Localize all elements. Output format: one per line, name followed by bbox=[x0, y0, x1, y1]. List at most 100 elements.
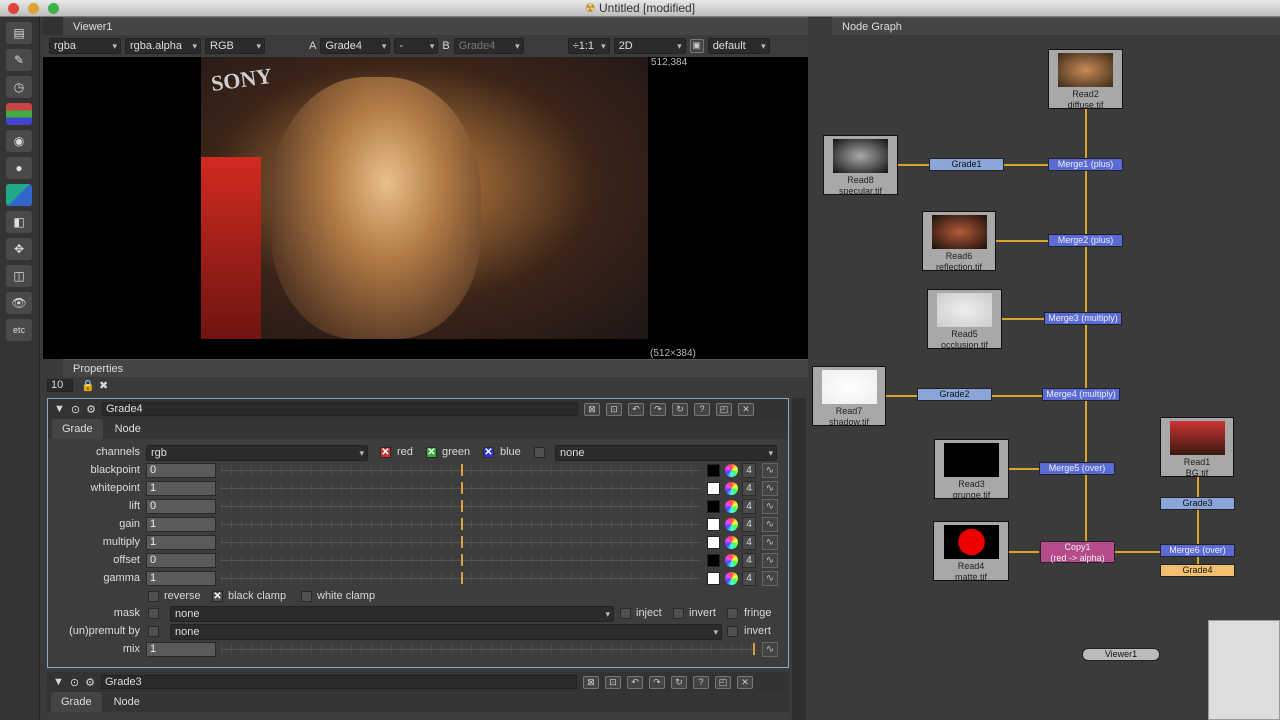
minimize-window-button[interactable] bbox=[28, 3, 39, 14]
redo-icon[interactable]: ↷ bbox=[648, 675, 665, 689]
param-value-field[interactable]: 0 bbox=[146, 553, 216, 568]
grade4-node[interactable]: Grade4 bbox=[1160, 564, 1235, 577]
merge4-node[interactable]: Merge4 (multiply) bbox=[1042, 388, 1120, 401]
color-swatch[interactable] bbox=[707, 482, 720, 495]
white-clamp-checkbox[interactable] bbox=[301, 591, 312, 602]
extra-channel-select[interactable]: none bbox=[555, 445, 777, 461]
red-checkbox[interactable]: ✕ bbox=[380, 447, 391, 458]
curve-icon[interactable]: ∿ bbox=[762, 517, 778, 532]
param-slider[interactable] bbox=[221, 554, 701, 566]
extra-channel-checkbox[interactable] bbox=[534, 447, 545, 458]
read5-node[interactable]: Read5 occlusion.tif bbox=[927, 289, 1002, 350]
collapse-icon[interactable]: ▼ bbox=[53, 676, 64, 688]
redo-icon[interactable]: ↷ bbox=[649, 402, 666, 416]
max-panels-field[interactable]: 10 bbox=[47, 379, 73, 392]
grade3-node[interactable]: Grade3 bbox=[1160, 497, 1235, 510]
node-name-field[interactable]: Grade3 bbox=[100, 675, 577, 689]
lut-dropdown[interactable]: default bbox=[707, 38, 770, 54]
time-icon[interactable]: ◷ bbox=[6, 76, 32, 98]
read2-node[interactable]: Read2 diffuse.tif bbox=[1048, 49, 1123, 110]
color-wheel-icon[interactable] bbox=[725, 536, 738, 549]
channels-select[interactable]: rgb bbox=[146, 445, 368, 461]
close-icon[interactable]: ✕ bbox=[737, 402, 754, 416]
viewer-tab[interactable]: Viewer1 bbox=[63, 17, 808, 35]
fringe-checkbox[interactable] bbox=[727, 608, 738, 619]
viewer1-node[interactable]: Viewer1 bbox=[1082, 648, 1160, 661]
node-options-icon[interactable]: ⚙ bbox=[86, 403, 96, 416]
tab-grade[interactable]: Grade bbox=[51, 692, 102, 712]
grade1-node[interactable]: Grade1 bbox=[929, 158, 1004, 171]
param-slider[interactable] bbox=[221, 572, 701, 584]
zoom-window-button[interactable] bbox=[48, 3, 59, 14]
mask-checkbox[interactable] bbox=[148, 608, 159, 619]
curve-icon[interactable]: ∿ bbox=[762, 553, 778, 568]
curve-icon[interactable]: ∿ bbox=[762, 499, 778, 514]
color-wheel-icon[interactable] bbox=[725, 518, 738, 531]
channel-split-button[interactable]: 4 bbox=[742, 499, 756, 514]
curve-icon[interactable]: ∿ bbox=[762, 571, 778, 586]
grade2-node[interactable]: Grade2 bbox=[917, 388, 992, 401]
channel-split-button[interactable]: 4 bbox=[742, 553, 756, 568]
premult-select[interactable]: none bbox=[170, 624, 722, 640]
channel-split-button[interactable]: 4 bbox=[742, 481, 756, 496]
undo-icon[interactable]: ↶ bbox=[626, 675, 643, 689]
close-icon[interactable]: ✕ bbox=[736, 675, 753, 689]
invert-premult-checkbox[interactable] bbox=[727, 626, 738, 637]
node-graph-panel[interactable]: Node Graph Read2 diffuse.tif Read8 specu… bbox=[812, 17, 1280, 720]
float-panel-icon[interactable]: ◰ bbox=[714, 675, 731, 689]
color-wheel-icon[interactable] bbox=[725, 572, 738, 585]
display-dropdown[interactable]: RGB bbox=[205, 38, 265, 54]
merge3-node[interactable]: Merge3 (multiply) bbox=[1044, 312, 1122, 325]
param-value-field[interactable]: 1 bbox=[146, 517, 216, 532]
black-clamp-checkbox[interactable]: ✕ bbox=[212, 591, 223, 602]
help-icon[interactable]: ? bbox=[692, 675, 709, 689]
green-checkbox[interactable]: ✕ bbox=[426, 447, 437, 458]
param-slider[interactable] bbox=[221, 500, 701, 512]
mix-field[interactable]: 1 bbox=[146, 642, 216, 657]
param-value-field[interactable]: 0 bbox=[146, 499, 216, 514]
read3-node[interactable]: Read3 grunge.tif bbox=[934, 439, 1009, 500]
3d-icon[interactable]: ◫ bbox=[6, 265, 32, 287]
color-swatch[interactable] bbox=[707, 572, 720, 585]
param-slider[interactable] bbox=[221, 518, 701, 530]
read4-node[interactable]: Read4 matte.tif bbox=[933, 521, 1009, 582]
curve-icon[interactable]: ∿ bbox=[762, 463, 778, 478]
collapse-icon[interactable]: ▼ bbox=[54, 403, 65, 415]
views-icon[interactable]: 👁 bbox=[6, 292, 32, 314]
b-input-dropdown[interactable]: Grade4 bbox=[453, 38, 524, 54]
layout-icon[interactable]: ▤ bbox=[6, 22, 32, 44]
inject-checkbox[interactable] bbox=[620, 608, 631, 619]
copy1-node[interactable]: Copy1 (red -> alpha) bbox=[1040, 541, 1115, 563]
transform-icon[interactable]: ✥ bbox=[6, 238, 32, 260]
zoom-dropdown[interactable]: ÷1:1 bbox=[567, 38, 610, 54]
undo-icon[interactable]: ↶ bbox=[627, 402, 644, 416]
curve-icon[interactable]: ∿ bbox=[762, 535, 778, 550]
compare-op-dropdown[interactable]: - bbox=[394, 38, 439, 54]
color-swatch[interactable] bbox=[707, 554, 720, 567]
param-value-field[interactable]: 1 bbox=[146, 535, 216, 550]
merge6-node[interactable]: Merge6 (over) bbox=[1160, 544, 1235, 557]
color-swatch[interactable] bbox=[707, 500, 720, 513]
channel-split-button[interactable]: 4 bbox=[742, 517, 756, 532]
reset-icon[interactable]: ↻ bbox=[670, 675, 687, 689]
channel-icon[interactable] bbox=[6, 103, 32, 125]
color-swatch[interactable] bbox=[707, 518, 720, 531]
read6-node[interactable]: Read6 reflection.tif bbox=[922, 211, 996, 272]
filter-icon[interactable]: ● bbox=[6, 157, 32, 179]
mask-select[interactable]: none bbox=[170, 606, 614, 622]
paint-icon[interactable]: ✎ bbox=[6, 49, 32, 71]
node-options-icon[interactable]: ⚙ bbox=[85, 676, 95, 689]
param-value-field[interactable]: 1 bbox=[146, 481, 216, 496]
node-graph-tab[interactable]: Node Graph bbox=[832, 17, 1280, 35]
float-icon[interactable]: ⊡ bbox=[605, 402, 622, 416]
channel-split-button[interactable]: 4 bbox=[742, 571, 756, 586]
lock-icon[interactable]: 🔒 bbox=[81, 379, 95, 392]
channel-split-button[interactable]: 4 bbox=[742, 535, 756, 550]
revert-icon[interactable]: ⊠ bbox=[582, 675, 599, 689]
merge-icon[interactable]: ◧ bbox=[6, 211, 32, 233]
mix-curve-icon[interactable]: ∿ bbox=[762, 642, 778, 657]
view-mode-dropdown[interactable]: 2D bbox=[613, 38, 686, 54]
view-node-icon[interactable]: ⊙ bbox=[71, 403, 80, 416]
reverse-checkbox[interactable] bbox=[148, 591, 159, 602]
tab-node[interactable]: Node bbox=[105, 419, 151, 439]
